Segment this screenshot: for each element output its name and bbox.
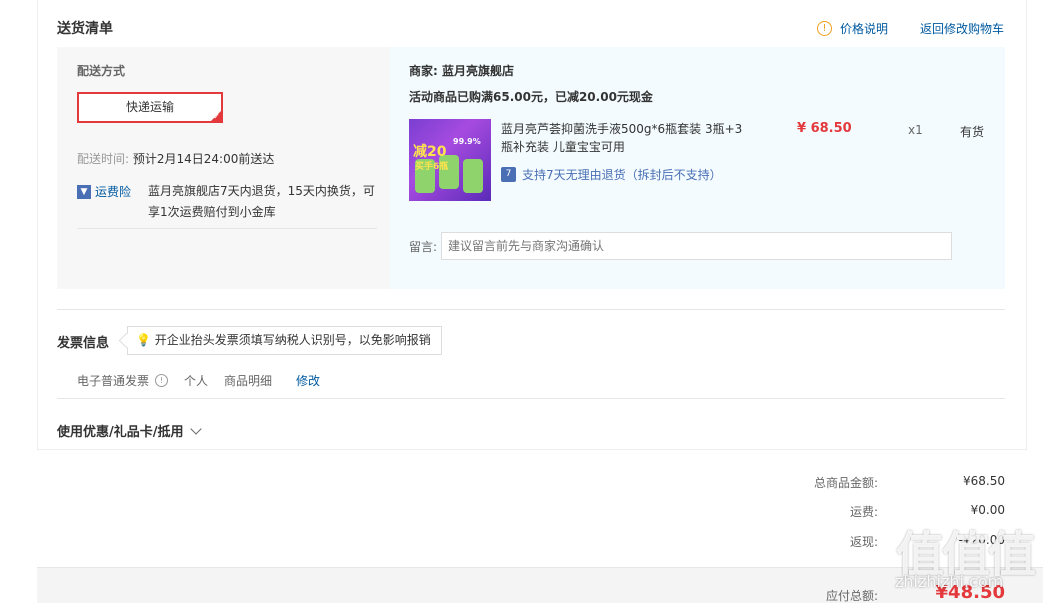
invoice-type: 电子普通发票 [77,374,150,388]
bulb-icon: 💡 [136,333,151,347]
shipping-insurance[interactable]: ▼ 运费险 [77,183,131,200]
price-note-link[interactable]: ! 价格说明 [817,20,888,37]
delivery-list-title: 送货清单 [57,21,113,37]
product-image-text-1: 99.9% [453,137,481,146]
invoice-tip: 💡 开企业抬头发票须填写纳税人识别号，以免影响报销 [118,326,442,355]
promo-text: 活动商品已购满65.00元，已减20.00元现金 [409,90,653,104]
return-policy: 7 支持7天无理由退货（拆封后不支持） [501,166,722,183]
merchant-info: 商家: 蓝月亮旗舰店 [409,62,514,79]
return-7day-icon: 7 [501,167,516,182]
shipping-insurance-text: 蓝月亮旗舰店7天内退货，15天内换货，可享1次运费赔付到小金库 [148,184,375,219]
shield-icon: ▼ [77,184,91,199]
check-icon: ✓ [213,112,220,121]
product-price: ¥ 68.50 [797,121,852,136]
coupon-title: 使用优惠/礼品卡/抵用 [57,425,184,440]
coupon-toggle[interactable]: 使用优惠/礼品卡/抵用 [57,421,202,440]
product-name[interactable]: 蓝月亮芦荟抑菌洗手液500g*6瓶套装 3瓶+3瓶补充装 儿童宝宝可用 [501,120,746,156]
invoice-content: 商品明细 [224,374,273,388]
invoice-holder: 个人 [184,374,209,388]
product-image[interactable]: 99.9% 减20 买手6瓶 [409,119,491,201]
product-qty: x1 [908,123,923,137]
total-bar [37,567,1043,603]
delivery-time-label: 配送时间: [77,152,130,166]
return-policy-text: 支持7天无理由退货（拆封后不支持） [522,168,722,182]
note-input[interactable] [441,232,952,260]
invoice-edit-link[interactable]: 修改 [296,372,320,389]
merchant-name: 蓝月亮旗舰店 [442,64,515,78]
payable-total-label: 应付总额: [825,589,878,603]
product-image-text-2: 减20 [413,144,447,160]
delivery-divider [77,228,377,229]
express-shipping-option[interactable]: 快递运输 ✓ [77,92,223,123]
goods-total-label: 总商品金额: [813,476,878,490]
section-divider-2 [57,398,1005,399]
shipping-method-label: 配送方式 [77,64,126,78]
delivery-time: 配送时间: 预计2月14日24:00前送达 [77,150,274,167]
invoice-tip-text: 开企业抬头发票须填写纳税人识别号，以免影响报销 [154,333,431,347]
merchant-label: 商家: [409,64,438,78]
product-image-text-3: 买手6瓶 [415,162,449,172]
back-to-cart-link[interactable]: 返回修改购物车 [920,20,1004,37]
product-stock: 有货 [960,125,985,139]
chevron-down-icon [189,422,202,435]
section-divider-1 [57,309,1005,310]
goods-total-value: ¥68.50 [963,474,1005,488]
express-shipping-label: 快递运输 [125,100,174,114]
price-note-label: 价格说明 [840,22,889,36]
note-label: 留言: [409,240,438,254]
shipping-fee-label: 运费: [849,505,878,519]
invoice-info-icon[interactable]: ! [155,374,169,387]
invoice-title: 发票信息 [57,336,110,351]
shipping-insurance-label: 运费险 [95,185,132,199]
watermark-url: zhizhizhi.com [895,572,1004,591]
rebate-label: 返现: [849,535,878,549]
info-icon: ! [817,21,832,36]
delivery-time-value: 预计2月14日24:00前送达 [132,152,275,166]
invoice-details: 电子普通发票 ! 个人 商品明细 修改 [77,372,320,389]
